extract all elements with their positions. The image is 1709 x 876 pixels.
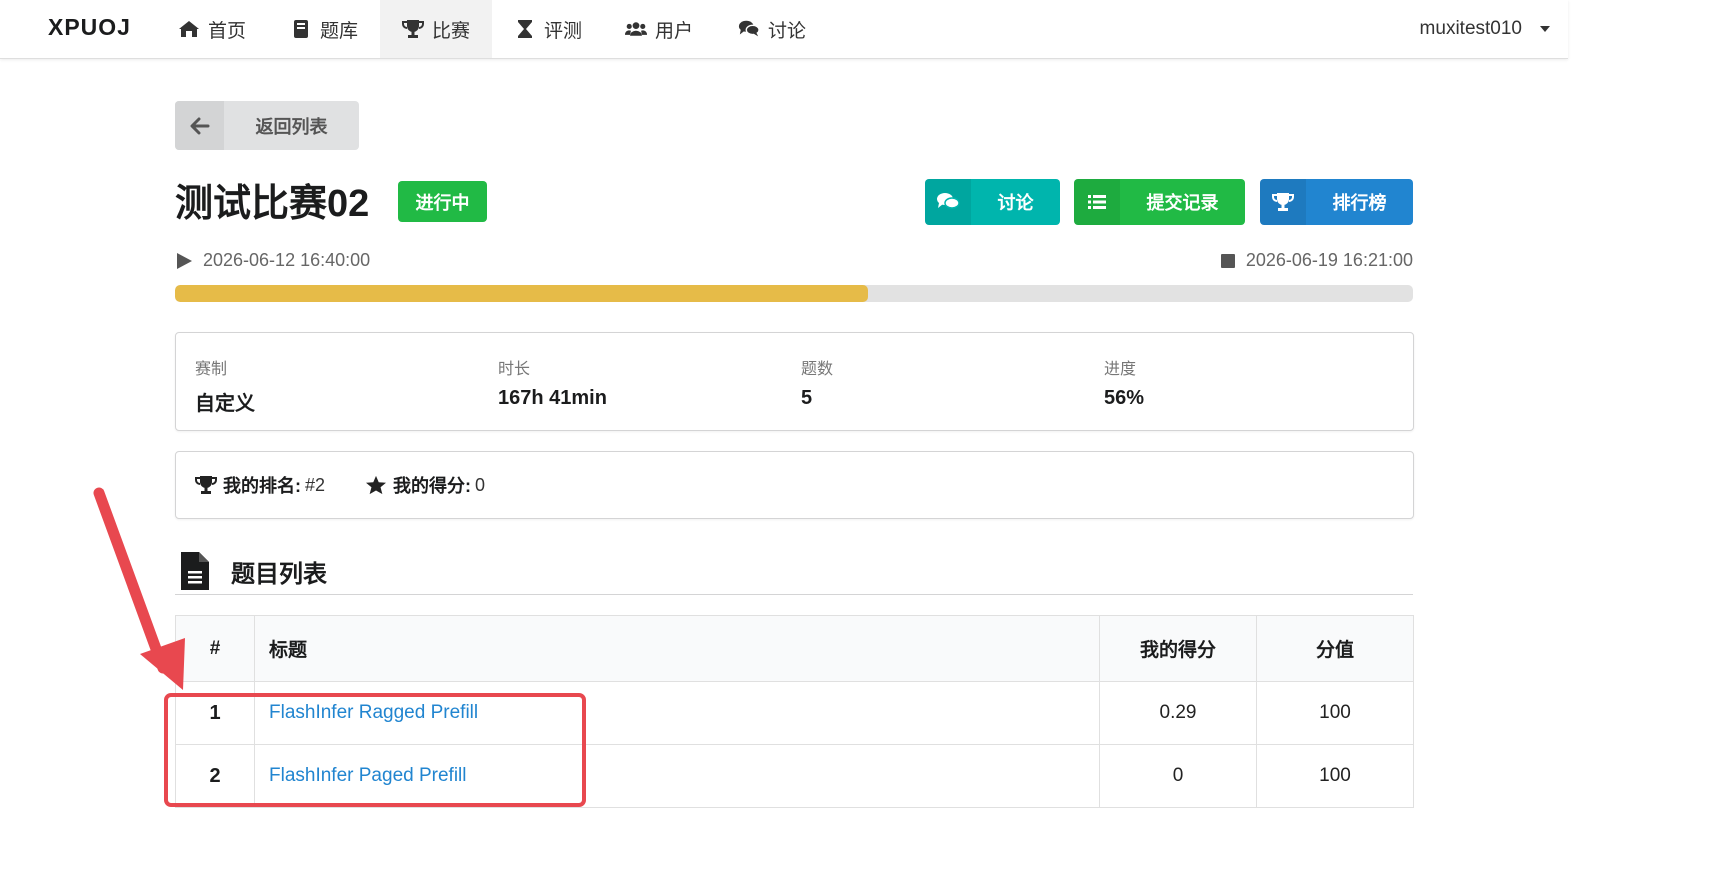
leaderboard-button-label: 排行榜: [1332, 193, 1387, 213]
my-score-value: 0: [475, 474, 486, 495]
info-progress-value: 56%: [1104, 387, 1145, 409]
table-row[interactable]: 1 FlashInfer Ragged Prefill 0.29 100: [175, 681, 1414, 745]
end-time: 2026-06-19 16:21:00: [1220, 250, 1413, 271]
my-stats-card: 我的排名: #2 我的得分: 0: [175, 451, 1414, 519]
discuss-button-label: 讨论: [997, 193, 1034, 213]
info-format-value: 自定义: [195, 393, 255, 415]
problem-link[interactable]: FlashInfer Paged Prefill: [269, 765, 467, 786]
info-format-label: 赛制: [195, 361, 228, 378]
col-value: 分值: [1256, 615, 1414, 682]
list-icon: [1074, 179, 1120, 225]
stop-icon: [1220, 253, 1236, 269]
nav-judge[interactable]: 评测: [514, 0, 594, 58]
play-icon: [175, 252, 193, 270]
row-num: 2: [175, 744, 255, 808]
info-progress-label: 进度: [1104, 361, 1137, 378]
book-icon: [290, 19, 312, 39]
table-header-row: # 标题 我的得分 分值: [175, 615, 1414, 682]
info-duration-label: 时长: [498, 361, 531, 378]
col-title: 标题: [254, 615, 1100, 682]
contest-progress-bar: [175, 285, 1413, 302]
nav-users-label: 用户: [655, 20, 694, 42]
my-score: 我的得分: 0: [365, 472, 485, 498]
info-duration-value: 167h 41min: [498, 387, 607, 409]
info-duration: 时长 167h 41min: [498, 355, 607, 410]
info-problem-count-value: 5: [801, 387, 813, 409]
submissions-button[interactable]: 提交记录: [1074, 179, 1245, 225]
nav-users[interactable]: 用户: [625, 0, 705, 58]
info-problem-count: 题数 5: [801, 355, 833, 410]
end-time-value: 2026-06-19 16:21:00: [1245, 250, 1413, 270]
row-my-score: 0.29: [1099, 681, 1257, 745]
status-badge: 进行中: [398, 181, 487, 222]
nav-home[interactable]: 首页: [178, 0, 258, 58]
col-my-score: 我的得分: [1099, 615, 1257, 682]
col-num: #: [175, 615, 255, 682]
row-title-cell: FlashInfer Ragged Prefill: [254, 681, 1100, 745]
nav-problems[interactable]: 题库: [290, 0, 370, 58]
nav-home-label: 首页: [208, 20, 247, 42]
nav-contests-label: 比赛: [431, 20, 470, 42]
comments-icon: [738, 19, 760, 39]
arrow-left-icon: [175, 101, 224, 150]
nav-discuss[interactable]: 讨论: [738, 0, 818, 58]
file-text-icon: [175, 551, 215, 591]
row-num: 1: [175, 681, 255, 745]
problem-list-title: 题目列表: [231, 560, 327, 588]
my-score-label: 我的得分:: [393, 476, 472, 496]
info-progress: 进度 56%: [1104, 355, 1144, 410]
row-title-cell: FlashInfer Paged Prefill: [254, 744, 1100, 808]
info-format: 赛制 自定义: [195, 355, 255, 416]
brand-logo[interactable]: XPUOJ: [48, 14, 131, 41]
submissions-button-label: 提交记录: [1146, 193, 1219, 213]
start-time: 2026-06-12 16:40:00: [175, 250, 370, 271]
username: muxitest010: [1419, 18, 1522, 39]
back-to-list-label: 返回列表: [255, 116, 328, 137]
nav-contests[interactable]: 比赛: [380, 0, 492, 58]
contest-info-card: 赛制 自定义 时长 167h 41min 题数 5 进度 56%: [175, 332, 1414, 431]
row-my-score: 0: [1099, 744, 1257, 808]
star-icon: [365, 475, 387, 495]
contest-progress-fill: [175, 285, 869, 302]
row-value: 100: [1256, 681, 1414, 745]
trophy-icon: [401, 19, 424, 39]
trophy-icon: [1260, 179, 1306, 225]
row-value: 100: [1256, 744, 1414, 808]
leaderboard-button[interactable]: 排行榜: [1260, 179, 1413, 225]
nav-problems-label: 题库: [320, 20, 359, 42]
trophy-icon: [195, 475, 217, 495]
problem-link[interactable]: FlashInfer Ragged Prefill: [269, 702, 478, 723]
contest-title: 测试比赛02: [175, 183, 370, 225]
user-dropdown[interactable]: muxitest010: [1420, 0, 1550, 58]
start-time-value: 2026-06-12 16:40:00: [203, 250, 371, 270]
top-navbar: XPUOJ 首页 题库 比赛 评测 用户 讨论 muxitest010: [0, 0, 1568, 59]
nav-discuss-label: 讨论: [768, 20, 807, 42]
my-rank-value: #2: [305, 474, 326, 495]
problem-table: # 标题 我的得分 分值 1 FlashInfer Ragged Prefill…: [175, 615, 1414, 808]
caret-down-icon: [1540, 26, 1550, 32]
table-row[interactable]: 2 FlashInfer Paged Prefill 0 100: [175, 744, 1414, 808]
my-rank-label: 我的排名:: [223, 476, 301, 496]
problem-list-header: 题目列表: [175, 548, 1413, 595]
hourglass-icon: [514, 19, 536, 39]
home-icon: [178, 19, 200, 39]
my-rank: 我的排名: #2: [195, 472, 325, 498]
back-to-list-button[interactable]: 返回列表: [175, 101, 359, 150]
comments-icon: [925, 179, 971, 225]
nav-judge-label: 评测: [544, 20, 583, 42]
users-icon: [625, 20, 647, 38]
discuss-button[interactable]: 讨论: [925, 179, 1060, 225]
info-problem-count-label: 题数: [801, 361, 834, 378]
